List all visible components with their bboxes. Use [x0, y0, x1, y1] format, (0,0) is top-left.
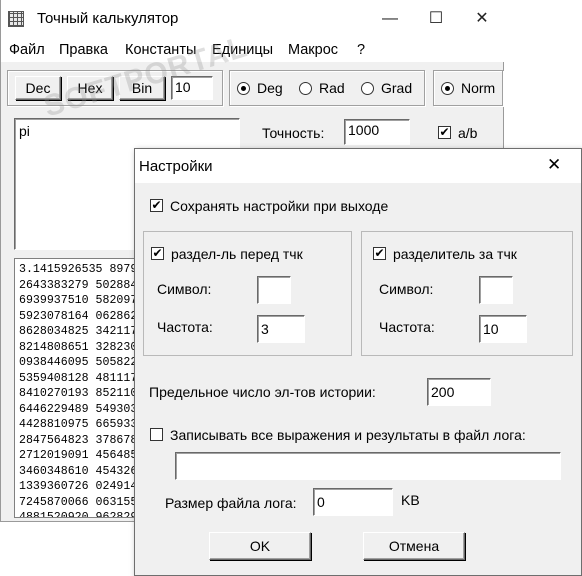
- menu-file[interactable]: Файл: [9, 42, 45, 58]
- deg-radio[interactable]: [237, 82, 250, 95]
- result-line: 3.1415926535 897932: [19, 263, 138, 276]
- log-size-label: Размер файла лога:: [165, 495, 297, 511]
- precision-input[interactable]: 1000: [344, 119, 410, 145]
- result-line: 8214808651 328230664: [19, 340, 138, 354]
- separator-before-checkbox[interactable]: ✔: [151, 247, 164, 260]
- result-line: 0938446095 505822317: [19, 356, 138, 369]
- log-label: Записывать все выражения и результаты в …: [170, 427, 526, 443]
- result-line: 8410270193 852110555: [19, 387, 138, 400]
- history-limit-input[interactable]: 200: [427, 378, 491, 406]
- save-on-exit-label: Сохранять настройки при выходе: [170, 198, 389, 214]
- separator-after-checkbox[interactable]: ✔: [373, 247, 386, 260]
- right-frequency-label: Частота:: [379, 319, 435, 335]
- ok-button[interactable]: OK: [209, 532, 311, 560]
- precision-label: Точность:: [262, 125, 325, 141]
- fraction-label: a/b: [458, 125, 478, 141]
- result-line: 3460348610 454326648: [19, 464, 138, 478]
- right-frequency-input[interactable]: 10: [479, 315, 527, 343]
- right-symbol-input[interactable]: [479, 276, 513, 304]
- log-size-input[interactable]: 0: [313, 488, 393, 516]
- menu-macro[interactable]: Макрос: [288, 42, 338, 58]
- left-symbol-input[interactable]: [257, 276, 291, 304]
- result-line: 2712019091 456485669: [19, 449, 138, 462]
- window-title: Точный калькулятор: [37, 10, 179, 27]
- dialog-title-bar: Настройки ✕: [135, 149, 581, 183]
- dialog-close-button[interactable]: ✕: [547, 155, 561, 175]
- left-frequency-label: Частота:: [157, 319, 213, 335]
- dialog-title: Настройки: [139, 158, 213, 175]
- rad-radio[interactable]: [299, 82, 312, 95]
- result-line: 6939937510 582097494: [19, 294, 138, 307]
- result-line: 7245870066 063155881: [19, 495, 138, 509]
- grad-label: Grad: [381, 80, 413, 96]
- maximize-button[interactable]: ☐: [413, 0, 459, 38]
- menu-edit[interactable]: Правка: [59, 42, 108, 58]
- result-line: 4428810975 665933446: [19, 418, 138, 431]
- result-line: 4881520920 962829254: [19, 511, 138, 518]
- result-line: 6446229489 549303819: [19, 402, 138, 416]
- log-checkbox[interactable]: [150, 428, 163, 441]
- norm-radio[interactable]: [441, 82, 454, 95]
- separator-after-label: разделитель за тчк: [393, 246, 517, 262]
- left-frequency-input[interactable]: 3: [257, 315, 305, 343]
- result-output[interactable]: 3.1415926535 897932 2643383279 502884197 6…: [14, 258, 138, 518]
- separator-before-label: раздел-ль перед тчк: [171, 246, 303, 262]
- right-symbol-label: Символ:: [379, 281, 434, 297]
- result-line: 1339360726 024914127: [19, 480, 138, 493]
- rad-label: Rad: [319, 80, 345, 96]
- minimize-button[interactable]: —: [367, 0, 413, 38]
- result-line: 8628034825 342117067: [19, 325, 138, 338]
- result-line: 5923078164 062862089: [19, 309, 138, 323]
- result-line: 2643383279 502884197: [19, 278, 138, 292]
- menu-help[interactable]: ?: [357, 42, 365, 58]
- calculator-app-icon: [8, 11, 24, 27]
- result-line: 5359408128 481117450: [19, 371, 138, 385]
- log-size-unit: KB: [401, 492, 420, 508]
- result-line: 2847564823 378678316: [19, 433, 138, 447]
- norm-label: Norm: [461, 80, 496, 96]
- fraction-checkbox[interactable]: ✔: [438, 126, 451, 139]
- log-path-input[interactable]: [175, 452, 561, 480]
- deg-label: Deg: [257, 80, 283, 96]
- cancel-button[interactable]: Отмена: [363, 532, 465, 560]
- history-limit-label: Предельное число эл-тов истории:: [149, 384, 376, 400]
- left-symbol-label: Символ:: [157, 281, 212, 297]
- grad-radio[interactable]: [361, 82, 374, 95]
- close-button[interactable]: ✕: [459, 0, 505, 38]
- settings-dialog: Настройки ✕ ✔ Сохранять настройки при вы…: [134, 148, 582, 576]
- save-on-exit-checkbox[interactable]: ✔: [150, 199, 163, 212]
